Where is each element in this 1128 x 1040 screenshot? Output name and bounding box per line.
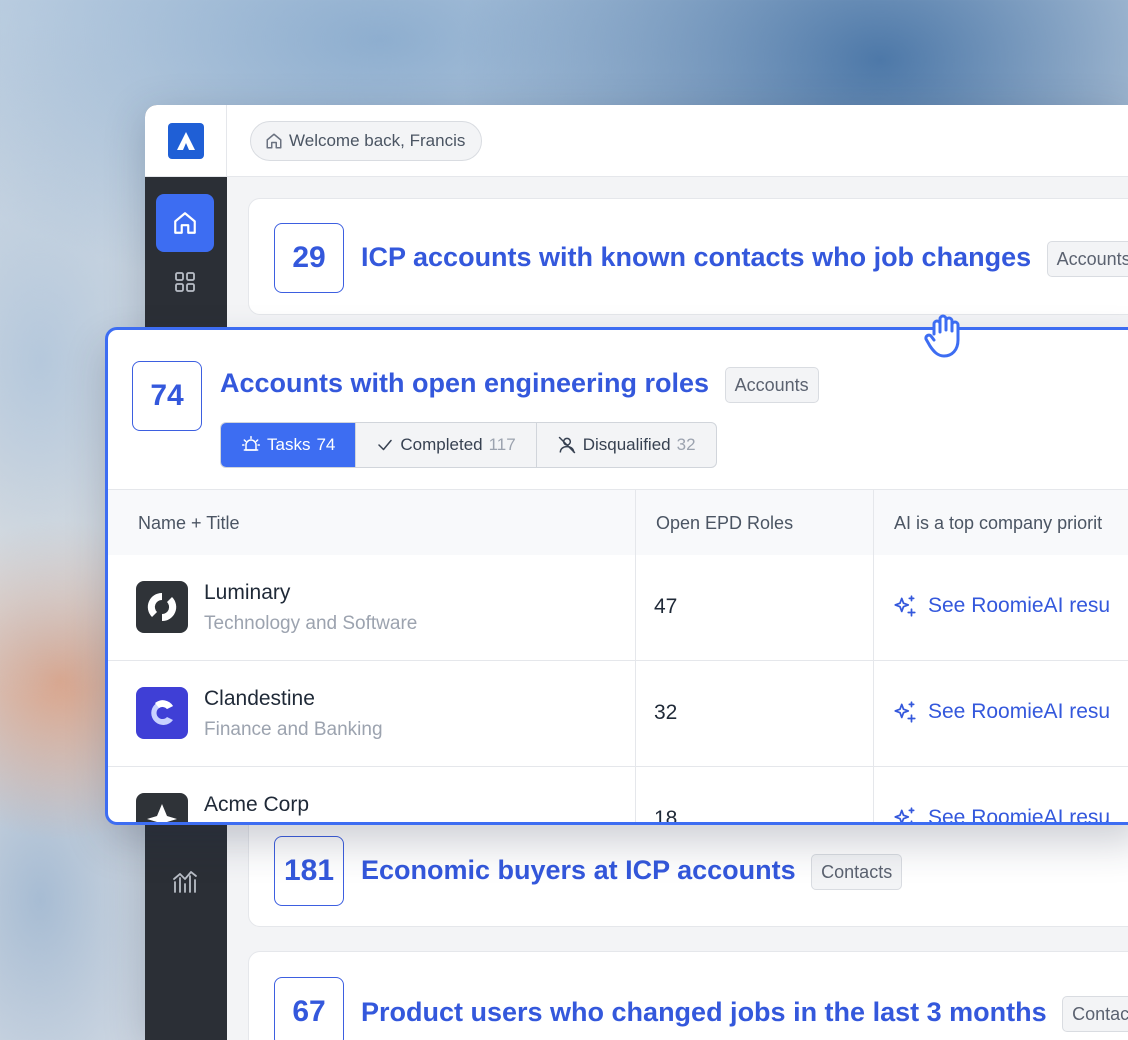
sparkles-icon — [894, 701, 916, 723]
grid-icon — [175, 272, 195, 292]
list-count: 181 — [274, 836, 344, 906]
company-name[interactable]: Clandestine — [204, 687, 315, 711]
company-industry: Technology and Software — [204, 613, 418, 634]
list-card[interactable]: 29 ICP accounts with known contacts who … — [248, 198, 1128, 315]
check-icon — [378, 439, 393, 451]
sparkles-icon — [894, 807, 915, 822]
column-header-name[interactable]: Name + Title — [138, 490, 240, 556]
nav-analytics[interactable] — [156, 853, 214, 911]
list-tag: Contac — [1062, 996, 1128, 1032]
list-count: 67 — [274, 977, 344, 1040]
table-row[interactable]: Acme Corp 18 See RoomieAI resu — [108, 767, 1128, 825]
column-header-roles[interactable]: Open EPD Roles — [656, 490, 793, 556]
list-tag: Contacts — [811, 854, 903, 890]
list-card[interactable]: 67 Product users who changed jobs in the… — [248, 951, 1128, 1040]
clandestine-logo-icon — [151, 700, 173, 725]
ai-results-link[interactable]: See RoomieAI resu — [892, 593, 1110, 619]
topbar: Welcome back, Francis — [227, 105, 1128, 177]
list-title-text: ICP accounts with known contacts who job… — [361, 242, 1032, 273]
tab-count: 74 — [316, 435, 336, 454]
open-roles-count: 32 — [654, 701, 678, 724]
chart-icon — [173, 871, 197, 893]
tab-label: Completed — [400, 435, 483, 454]
status-tabs: Tasks 74 Completed 117 Disqualified 32 — [220, 422, 717, 468]
tab-count: 32 — [676, 435, 696, 454]
breadcrumb-home[interactable]: Welcome back, Francis — [250, 121, 483, 161]
list-title-text: Product users who changed jobs in the la… — [361, 997, 1047, 1028]
app-logo[interactable] — [167, 122, 204, 159]
ai-results-link[interactable]: See RoomieAI resu — [892, 699, 1110, 725]
company-logo — [136, 687, 188, 739]
acme-logo-icon — [147, 804, 177, 822]
tab-label: Tasks — [267, 435, 311, 454]
table-row[interactable]: Clandestine Finance and Banking 32 See R… — [108, 661, 1128, 767]
list-tag: Accounts — [1046, 241, 1128, 277]
alarm-icon — [241, 435, 261, 451]
company-logo — [136, 793, 188, 822]
list-title-text: Accounts with open engineering roles — [220, 368, 710, 399]
tab-label: Disqualified — [582, 435, 671, 454]
logo-mark-icon — [176, 131, 195, 150]
tab-completed[interactable]: Completed 117 — [356, 423, 537, 467]
list-tag: Accounts — [724, 367, 819, 403]
user-off-icon — [558, 436, 575, 454]
list-count: 74 — [132, 361, 202, 431]
nav-dashboard[interactable] — [156, 253, 214, 311]
nav-home[interactable] — [156, 194, 214, 252]
company-logo — [136, 581, 188, 633]
list-title-text: Economic buyers at ICP accounts — [361, 855, 796, 886]
list-title[interactable]: ICP accounts with known contacts who job… — [361, 241, 1128, 277]
list-count: 29 — [274, 223, 344, 293]
table-row[interactable]: Luminary Technology and Software 47 See … — [108, 555, 1128, 661]
sparkles-icon — [894, 595, 916, 617]
tab-disqualified[interactable]: Disqualified 32 — [537, 423, 716, 467]
ai-results-link[interactable]: See RoomieAI resu — [892, 805, 1111, 825]
grab-hand-cursor-icon — [924, 314, 960, 358]
list-title[interactable]: Product users who changed jobs in the la… — [361, 996, 1128, 1032]
column-header-ai[interactable]: AI is a top company priorit — [894, 490, 1102, 556]
home-icon — [266, 133, 282, 149]
list-title: Accounts with open engineering roles Acc… — [220, 367, 819, 403]
home-icon — [174, 212, 196, 234]
expanded-list-card[interactable]: 74 Accounts with open engineering roles … — [105, 327, 1128, 825]
open-roles-count: 47 — [654, 595, 678, 618]
table-header: Name + Title Open EPD Roles AI is a top … — [108, 489, 1128, 555]
open-roles-count: 18 — [654, 807, 678, 825]
logo-cell — [145, 105, 227, 177]
company-name[interactable]: Acme Corp — [204, 793, 309, 817]
list-card[interactable]: 181 Economic buyers at ICP accounts Cont… — [248, 810, 1128, 927]
company-name[interactable]: Luminary — [204, 581, 290, 605]
list-title[interactable]: Economic buyers at ICP accounts Contacts — [361, 854, 903, 890]
luminary-logo-icon — [147, 592, 177, 622]
tab-tasks[interactable]: Tasks 74 — [221, 423, 357, 467]
ai-link-text: See RoomieAI resu — [928, 594, 1111, 617]
company-industry: Finance and Banking — [204, 719, 383, 740]
welcome-text: Welcome back, Francis — [289, 131, 466, 150]
ai-link-text: See RoomieAI resu — [928, 806, 1111, 825]
ai-link-text: See RoomieAI resu — [928, 700, 1111, 723]
tab-count: 117 — [488, 435, 516, 454]
